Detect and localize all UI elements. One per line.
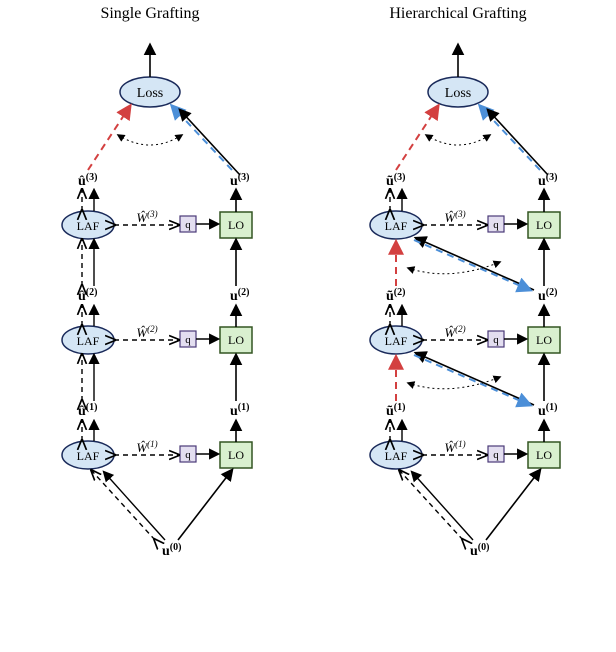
laf-2-label-right: LAF: [385, 334, 408, 348]
laf-1-label-right: LAF: [385, 449, 408, 463]
q-2-label-left: q: [185, 334, 191, 346]
laf-1-label-left: LAF: [77, 449, 100, 463]
u0-to-laf1-right-s: [412, 472, 473, 540]
laf-3-label-left: LAF: [77, 219, 100, 233]
u0-label-right: u(0): [470, 542, 489, 560]
lo-2-label-right: LO: [536, 333, 552, 347]
title-right: Hierarchical Grafting: [389, 5, 526, 22]
u0-to-laf1-left-s: [104, 472, 165, 540]
laf-2-label-left: LAF: [77, 334, 100, 348]
w2-label-left: Ŵ(2): [136, 324, 157, 340]
u3-to-loss-right-blue: [480, 106, 540, 170]
w3-label-right: Ŵ(3): [444, 209, 465, 225]
u2-label-right: u(2): [538, 287, 557, 305]
u3-to-loss-right-solid: [488, 110, 548, 175]
u2-to-laf3-solid-right: [416, 238, 534, 290]
u3-label-right: u(3): [538, 172, 557, 190]
u3-label-left: u(3): [230, 172, 249, 190]
u1-to-laf2-solid-right: [416, 353, 534, 405]
u2-label-left: u(2): [230, 287, 249, 305]
utilde1-label-right: ũ(1): [386, 402, 405, 420]
q-2-label-right: q: [493, 334, 499, 346]
lo-2-label-left: LO: [228, 333, 244, 347]
title-left: Single Grafting: [100, 5, 199, 22]
uhat3-label-left: û(3): [78, 172, 97, 190]
u3-to-loss-solid-left: [180, 110, 240, 175]
u1-label-right: u(1): [538, 402, 557, 420]
laf-3-label-right: LAF: [385, 219, 408, 233]
w3-label-left: Ŵ(3): [136, 209, 157, 225]
u0-to-laf1-right-d: [400, 471, 463, 540]
laf3-to-u2-blue-right: [414, 240, 530, 290]
u0-to-laf1-left-d: [92, 471, 155, 540]
uhat1-label-left: û(1): [78, 402, 97, 420]
graft-arc-left: [118, 135, 182, 145]
q-3-label-left: q: [185, 219, 191, 231]
lo-1-label-right: LO: [536, 448, 552, 462]
u0-to-lo1-right: [486, 470, 540, 540]
u0-to-lo1-left: [178, 470, 232, 540]
lo-1-label-left: LO: [228, 448, 244, 462]
graft-arc-right-top: [426, 135, 490, 145]
u1-label-left: u(1): [230, 402, 249, 420]
loss-label-left: Loss: [137, 86, 163, 101]
lo-3-label-left: LO: [228, 218, 244, 232]
u3-to-loss-left: [172, 106, 232, 170]
uhat2-label-left: û(2): [78, 287, 97, 305]
q-3-label-right: q: [493, 219, 499, 231]
q-1-label-right: q: [493, 449, 499, 461]
utilde3-label-right: ũ(3): [386, 172, 405, 190]
utilde2-label-right: ũ(2): [386, 287, 405, 305]
w1-label-left: Ŵ(1): [136, 439, 157, 455]
laf2-to-u1-blue-right: [414, 355, 530, 405]
w1-label-right: Ŵ(1): [444, 439, 465, 455]
loss-label-right: Loss: [445, 86, 471, 101]
lo-3-label-right: LO: [536, 218, 552, 232]
u0-label-left: u(0): [162, 542, 181, 560]
q-1-label-left: q: [185, 449, 191, 461]
w2-label-right: Ŵ(2): [444, 324, 465, 340]
